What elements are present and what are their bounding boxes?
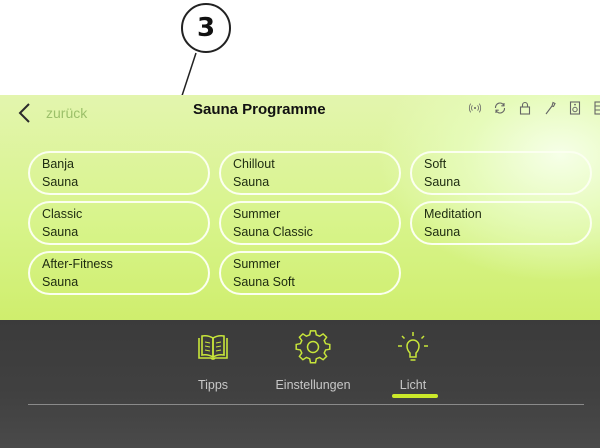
back-label: zurück bbox=[46, 105, 88, 121]
back-button[interactable]: zurück bbox=[14, 101, 87, 125]
chevron-left-icon bbox=[18, 103, 30, 123]
wrench-icon[interactable] bbox=[543, 101, 557, 115]
program-banja-sauna[interactable]: Banja Sauna bbox=[28, 151, 210, 195]
light-bulb-icon bbox=[398, 332, 428, 361]
lock-icon[interactable] bbox=[518, 101, 532, 115]
program-type: Sauna bbox=[424, 175, 461, 189]
nav-tipps[interactable]: Tipps bbox=[168, 330, 258, 392]
program-summer-sauna-soft[interactable]: Summer Sauna Soft bbox=[219, 251, 401, 295]
status-bar bbox=[468, 101, 600, 115]
program-name: After-Fitness bbox=[42, 257, 113, 271]
program-soft-sauna[interactable]: Soft Sauna bbox=[410, 151, 592, 195]
callout-number: 3 bbox=[181, 3, 231, 53]
sync-icon[interactable] bbox=[493, 101, 507, 115]
program-name: Summer bbox=[233, 257, 281, 271]
program-type: Sauna bbox=[42, 275, 79, 289]
program-chillout-sauna[interactable]: Chillout Sauna bbox=[219, 151, 401, 195]
program-name: Classic bbox=[42, 207, 83, 221]
nav-licht[interactable]: Licht bbox=[368, 330, 458, 392]
book-icon bbox=[198, 334, 228, 360]
bottom-nav: Tipps Einstellungen Licht bbox=[0, 320, 600, 448]
page-title: Sauna Programme bbox=[193, 101, 326, 118]
program-meditation-sauna[interactable]: Meditation Sauna bbox=[410, 201, 592, 245]
radio-signal-icon bbox=[468, 101, 482, 115]
speaker-icon[interactable] bbox=[568, 101, 582, 115]
gear-icon bbox=[295, 330, 331, 364]
nav-label: Licht bbox=[399, 378, 427, 392]
program-name: Summer bbox=[233, 207, 281, 221]
program-summer-sauna-classic[interactable]: Summer Sauna Classic bbox=[219, 201, 401, 245]
program-name: Banja bbox=[42, 157, 74, 171]
program-type: Sauna bbox=[424, 225, 461, 239]
program-type: Sauna Soft bbox=[233, 275, 295, 289]
program-type: Sauna bbox=[42, 225, 79, 239]
program-after-fitness-sauna[interactable]: After-Fitness Sauna bbox=[28, 251, 210, 295]
program-name: Meditation bbox=[424, 207, 482, 221]
program-name: Chillout bbox=[233, 157, 275, 171]
program-name: Soft bbox=[424, 157, 447, 171]
program-type: Sauna bbox=[42, 175, 79, 189]
program-type: Sauna bbox=[233, 175, 270, 189]
active-tab-indicator bbox=[392, 394, 438, 398]
program-classic-sauna[interactable]: Classic Sauna bbox=[28, 201, 210, 245]
nav-label: Tipps bbox=[197, 378, 229, 392]
program-type: Sauna Classic bbox=[233, 225, 313, 239]
programs-panel: zurück Sauna Programme Banja Sauna Chill… bbox=[0, 95, 600, 320]
sauna-cabinet-icon[interactable] bbox=[593, 101, 600, 115]
nav-label: Einstellungen bbox=[275, 378, 351, 392]
divider bbox=[28, 404, 584, 405]
nav-einstellungen[interactable]: Einstellungen bbox=[268, 330, 358, 392]
